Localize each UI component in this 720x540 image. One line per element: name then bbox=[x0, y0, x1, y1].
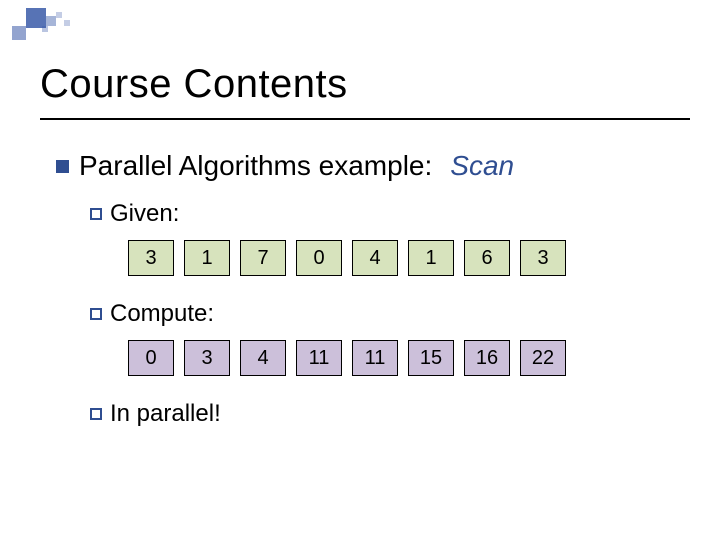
square-bullet-icon bbox=[56, 160, 69, 173]
slide-body: Parallel Algorithms example: Scan Given:… bbox=[56, 150, 680, 440]
given-cell: 4 bbox=[352, 240, 398, 276]
compute-cell: 11 bbox=[352, 340, 398, 376]
footer-rest: parallel! bbox=[130, 400, 221, 427]
given-cells: 3 1 7 0 4 1 6 3 bbox=[128, 240, 680, 276]
given-cell: 3 bbox=[128, 240, 174, 276]
open-square-bullet-icon bbox=[90, 208, 102, 220]
compute-cell: 0 bbox=[128, 340, 174, 376]
bullet-main: Parallel Algorithms example: Scan bbox=[56, 150, 680, 182]
compute-cell: 11 bbox=[296, 340, 342, 376]
compute-cell: 16 bbox=[464, 340, 510, 376]
footer-row: In parallel! bbox=[90, 400, 680, 428]
slide: Course Contents Parallel Algorithms exam… bbox=[0, 0, 720, 540]
compute-cell: 3 bbox=[184, 340, 230, 376]
compute-cell: 4 bbox=[240, 340, 286, 376]
open-square-bullet-icon bbox=[90, 408, 102, 420]
given-cell: 1 bbox=[408, 240, 454, 276]
footer-text: In parallel! bbox=[110, 400, 221, 428]
given-label: Given: bbox=[110, 200, 179, 228]
bullet-text: Parallel Algorithms example: bbox=[79, 150, 432, 182]
given-cell: 0 bbox=[296, 240, 342, 276]
compute-label-row: Compute: bbox=[90, 300, 680, 328]
compute-cell: 22 bbox=[520, 340, 566, 376]
given-cell: 3 bbox=[520, 240, 566, 276]
corner-decoration bbox=[12, 8, 132, 44]
slide-title: Course Contents bbox=[40, 62, 348, 107]
given-cell: 6 bbox=[464, 240, 510, 276]
open-square-bullet-icon bbox=[90, 308, 102, 320]
compute-cells: 0 3 4 11 11 15 16 22 bbox=[128, 340, 680, 376]
compute-cell: 15 bbox=[408, 340, 454, 376]
footer-prefix: In bbox=[110, 400, 130, 427]
title-rule bbox=[40, 118, 690, 120]
bullet-emphasis: Scan bbox=[450, 150, 514, 182]
given-label-row: Given: bbox=[90, 200, 680, 228]
given-cell: 1 bbox=[184, 240, 230, 276]
given-cell: 7 bbox=[240, 240, 286, 276]
compute-label: Compute: bbox=[110, 300, 214, 328]
